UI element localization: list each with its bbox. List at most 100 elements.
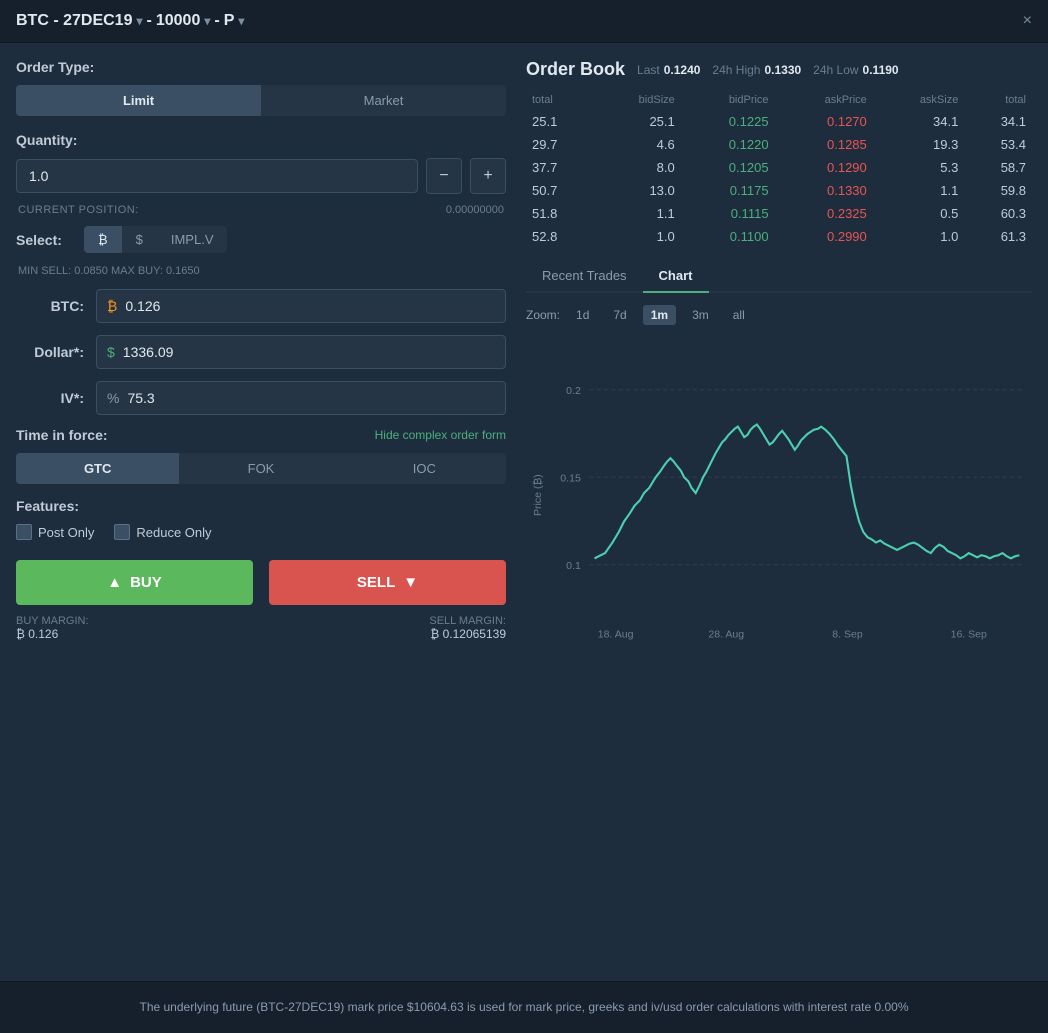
current-position-label: CURRENT POSITION: xyxy=(18,204,139,216)
dollar-price-input[interactable] xyxy=(123,336,495,368)
cell-total-ask: 61.3 xyxy=(964,225,1032,248)
cell-bid-price: 0.1175 xyxy=(681,179,775,202)
buy-label: BUY xyxy=(130,574,162,591)
iv-price-row: IV*: % xyxy=(16,381,506,415)
tab-market[interactable]: Market xyxy=(261,85,506,116)
zoom-label: Zoom: xyxy=(526,308,560,322)
cell-ask-size: 19.3 xyxy=(873,133,965,156)
price-level: 10000 xyxy=(156,12,201,30)
buy-button[interactable]: ▲ BUY xyxy=(16,560,253,605)
zoom-all[interactable]: all xyxy=(725,305,753,325)
svg-text:0.15: 0.15 xyxy=(560,472,581,484)
sell-margin-value: ₿ 0.12065139 xyxy=(429,627,506,641)
quantity-decrement-button[interactable]: − xyxy=(426,158,462,194)
last-label: Last xyxy=(637,63,660,77)
select-row: Select: ₿ $ IMPL.V xyxy=(16,226,506,253)
buy-margin-value: ₿ 0.126 xyxy=(16,627,89,641)
order-book-body: 25.1 25.1 0.1225 0.1270 34.1 34.1 29.7 4… xyxy=(526,110,1032,248)
quantity-heading: Quantity: xyxy=(16,132,506,148)
cell-bid-price: 0.1115 xyxy=(681,202,775,225)
table-row: 25.1 25.1 0.1225 0.1270 34.1 34.1 xyxy=(526,110,1032,133)
ob-stats: Last 0.1240 24h High 0.1330 24h Low 0.11… xyxy=(637,63,899,77)
tab-chart[interactable]: Chart xyxy=(643,260,709,293)
svg-text:0.1: 0.1 xyxy=(566,560,581,572)
dollar-price-label: Dollar*: xyxy=(16,344,96,360)
zoom-1d[interactable]: 1d xyxy=(568,305,597,325)
col-ask-size: askSize xyxy=(873,90,965,110)
svg-text:18. Aug: 18. Aug xyxy=(598,628,634,640)
time-in-force-label: Time in force: xyxy=(16,427,108,443)
col-bid-size: bidSize xyxy=(594,90,681,110)
price-dropdown-icon[interactable]: ▾ xyxy=(204,14,210,28)
dollar-icon: $ xyxy=(107,344,115,360)
cell-total-ask: 53.4 xyxy=(964,133,1032,156)
sell-label: SELL xyxy=(357,574,395,591)
zoom-row: Zoom: 1d 7d 1m 3m all xyxy=(526,305,1032,325)
svg-text:0.2: 0.2 xyxy=(566,385,581,397)
col-total-bid: total xyxy=(526,90,594,110)
close-button[interactable]: × xyxy=(1023,12,1032,30)
svg-text:Price (₿): Price (₿) xyxy=(532,474,544,516)
features-row: Post Only Reduce Only xyxy=(16,524,506,540)
tab-recent-trades[interactable]: Recent Trades xyxy=(526,260,643,293)
select-btc[interactable]: ₿ xyxy=(84,226,122,253)
cell-ask-price: 0.2990 xyxy=(775,225,873,248)
select-usd[interactable]: $ xyxy=(122,226,157,253)
reduce-only-item[interactable]: Reduce Only xyxy=(114,524,211,540)
iv-price-input[interactable] xyxy=(127,382,495,414)
tif-ioc[interactable]: IOC xyxy=(343,453,506,484)
quantity-row: − + xyxy=(16,158,506,194)
cell-total-bid: 37.7 xyxy=(526,156,594,179)
table-row: 37.7 8.0 0.1205 0.1290 5.3 58.7 xyxy=(526,156,1032,179)
low-value: 0.1190 xyxy=(863,63,899,77)
tab-limit[interactable]: Limit xyxy=(16,85,261,116)
buy-icon: ▲ xyxy=(107,574,122,591)
chart-tabs: Recent Trades Chart xyxy=(526,260,1032,293)
col-ask-price: askPrice xyxy=(775,90,873,110)
quantity-increment-button[interactable]: + xyxy=(470,158,506,194)
footer-text: The underlying future (BTC-27DEC19) mark… xyxy=(139,1000,908,1014)
select-implv[interactable]: IMPL.V xyxy=(157,226,228,253)
hide-complex-link[interactable]: Hide complex order form xyxy=(375,428,506,442)
btc-price-input[interactable] xyxy=(125,290,495,322)
dollar-price-input-wrap: $ xyxy=(96,335,506,369)
reduce-only-checkbox[interactable] xyxy=(114,524,130,540)
svg-text:8. Sep: 8. Sep xyxy=(832,628,863,640)
post-only-checkbox[interactable] xyxy=(16,524,32,540)
zoom-3m[interactable]: 3m xyxy=(684,305,717,325)
cell-total-ask: 58.7 xyxy=(964,156,1032,179)
cell-ask-price: 0.1330 xyxy=(775,179,873,202)
features-label: Features: xyxy=(16,498,506,514)
cell-total-bid: 52.8 xyxy=(526,225,594,248)
svg-text:28. Aug: 28. Aug xyxy=(708,628,744,640)
title-bar-title: BTC - 27DEC19 ▾ - 10000 ▾ - P ▾ xyxy=(16,12,244,30)
zoom-7d[interactable]: 7d xyxy=(605,305,634,325)
cell-bid-size: 13.0 xyxy=(594,179,681,202)
zoom-1m[interactable]: 1m xyxy=(643,305,676,325)
quantity-input[interactable] xyxy=(16,159,418,193)
cell-ask-size: 1.1 xyxy=(873,179,965,202)
cell-ask-size: 5.3 xyxy=(873,156,965,179)
cell-bid-price: 0.1100 xyxy=(681,225,775,248)
cell-bid-price: 0.1205 xyxy=(681,156,775,179)
percent-icon: % xyxy=(107,390,119,406)
title-separator2: - xyxy=(214,12,219,30)
instrument-dropdown-icon[interactable]: ▾ xyxy=(136,14,142,28)
tif-fok[interactable]: FOK xyxy=(179,453,342,484)
left-panel: Order Type: Limit Market Quantity: − + C… xyxy=(16,59,506,965)
order-book-header: Order Book Last 0.1240 24h High 0.1330 2… xyxy=(526,59,1032,80)
current-position-row: CURRENT POSITION: 0.00000000 xyxy=(16,204,506,216)
type-dropdown-icon[interactable]: ▾ xyxy=(238,14,244,28)
sell-button[interactable]: SELL ▼ xyxy=(269,560,506,605)
post-only-item[interactable]: Post Only xyxy=(16,524,94,540)
cell-total-bid: 25.1 xyxy=(526,110,594,133)
tif-gtc[interactable]: GTC xyxy=(16,453,179,484)
chart-svg: 0.2 0.15 0.1 Price (₿) 18. Aug 28. Aug 8… xyxy=(526,337,1032,653)
cell-bid-price: 0.1225 xyxy=(681,110,775,133)
cell-ask-price: 0.1270 xyxy=(775,110,873,133)
cell-total-bid: 51.8 xyxy=(526,202,594,225)
min-max-text: MIN SELL: 0.0850 MAX BUY: 0.1650 xyxy=(18,265,200,277)
table-row: 52.8 1.0 0.1100 0.2990 1.0 61.3 xyxy=(526,225,1032,248)
cell-bid-size: 1.1 xyxy=(594,202,681,225)
main-container: BTC - 27DEC19 ▾ - 10000 ▾ - P ▾ × Order … xyxy=(0,0,1048,1033)
